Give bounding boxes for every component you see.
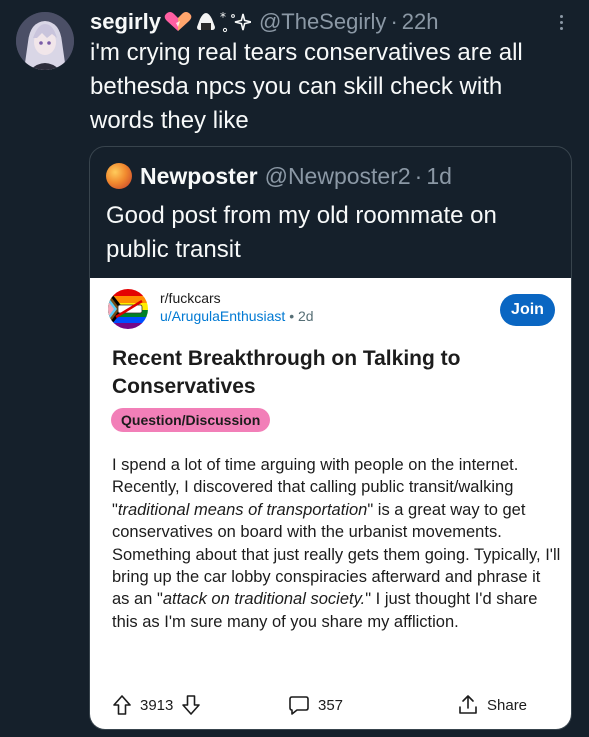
quoted-tweet[interactable]: Newposter @Newposter2 · 1d Good post fro… — [89, 146, 572, 730]
quoted-tweet-header: Newposter @Newposter2 · 1d — [106, 161, 452, 191]
post-age: 2d — [298, 308, 314, 324]
author-display-name[interactable]: segirly — [90, 9, 161, 35]
comments-group: 357 — [288, 690, 343, 720]
tweet-timestamp[interactable]: 22h — [402, 9, 439, 35]
svg-text:*: * — [220, 10, 226, 24]
sparkle-icon: * — [220, 10, 251, 33]
quoted-author-handle: @Newposter2 — [264, 162, 411, 189]
vote-count: 3913 — [140, 696, 174, 714]
onigiri-icon — [196, 13, 215, 30]
reddit-post-screenshot: r/fuckcars u/ArugulaEnthusiast • 2d Join… — [90, 278, 571, 729]
emphasis-text: attack on traditional society. — [162, 590, 366, 609]
quoted-tweet-text: Good post from my old roommate on public… — [106, 202, 497, 263]
author-handle[interactable]: @TheSegirly — [259, 9, 387, 35]
share-label: Share — [487, 696, 528, 714]
subreddit-name: r/fuckcars — [160, 290, 221, 306]
post-author: u/ArugulaEnthusiast — [160, 308, 286, 324]
quoted-tweet-timestamp: 1d — [426, 162, 452, 189]
separator-dot: • — [289, 308, 295, 324]
quoted-author-avatar — [106, 163, 132, 189]
tweet-header: segirly * @TheSegirly · 22h — [90, 8, 575, 36]
upvote-icon — [113, 695, 131, 715]
more-options-icon[interactable] — [547, 8, 575, 36]
emphasis-text: traditional means of transportation — [117, 500, 368, 519]
subreddit-icon — [108, 289, 148, 329]
vote-group: 3913 — [112, 690, 201, 720]
post-actions: 3913 357 Share — [112, 690, 551, 720]
post-meta: u/ArugulaEnthusiast • 2d — [160, 308, 314, 324]
share-icon — [459, 695, 477, 714]
share-group: Share — [457, 690, 527, 720]
downvote-icon — [182, 695, 201, 715]
post-flair: Question/Discussion — [111, 408, 271, 432]
pink-heart-icon — [164, 12, 192, 31]
author-avatar[interactable] — [16, 12, 74, 70]
join-button: Join — [500, 294, 555, 326]
comment-count: 357 — [318, 696, 344, 714]
post-title: Recent Breakthrough on Talking to Conser… — [112, 347, 461, 398]
quoted-author-display-name: Newposter — [140, 162, 258, 189]
tweet-text: i'm crying real tears conservatives are … — [90, 39, 523, 134]
separator-dot: · — [390, 9, 398, 34]
comment-icon — [289, 696, 309, 715]
separator-dot: · — [414, 162, 423, 189]
name-emoji-group: * — [163, 10, 251, 34]
post-body: I spend a lot of time arguing with peopl… — [112, 456, 561, 631]
